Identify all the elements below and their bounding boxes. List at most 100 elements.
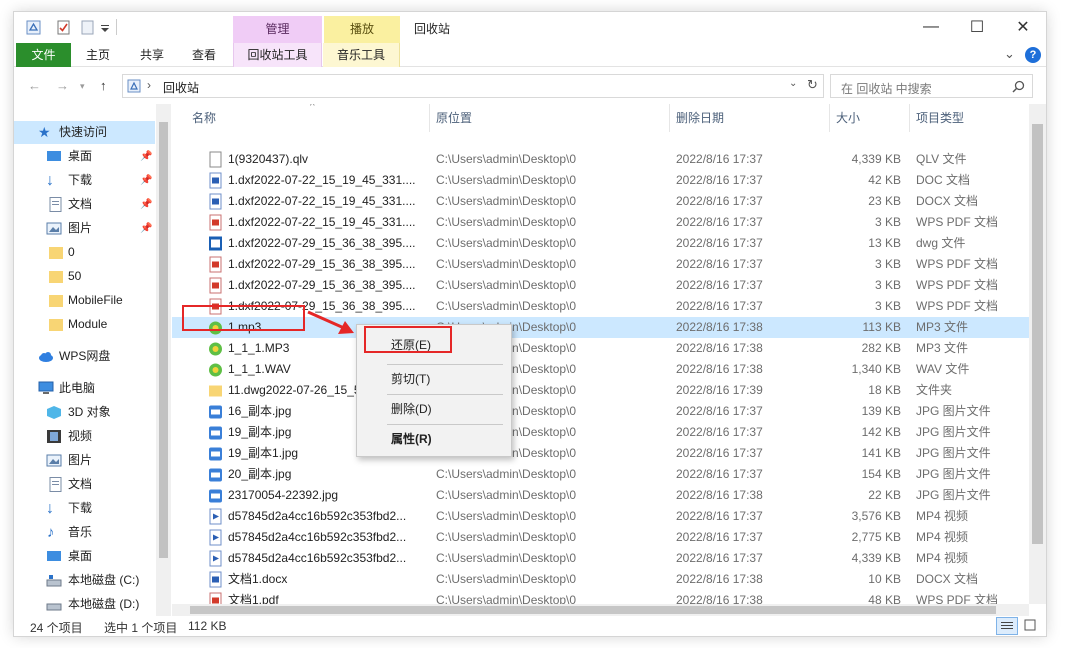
menu-item-properties[interactable]: 属性(R)	[357, 427, 511, 451]
nav-item-module[interactable]: Module	[14, 313, 155, 336]
list-vertical-scrollbar[interactable]	[1029, 104, 1046, 604]
table-row[interactable]: 1.dxf2022-07-22_15_19_45_331.... C:\Users…	[172, 170, 1041, 191]
table-row[interactable]: 23170054-22392.jpg C:\Users\admin\Desktop…	[172, 485, 1041, 506]
nav-item-downloads-pc[interactable]: ↓ 下载	[14, 497, 155, 520]
nav-item-folder-50[interactable]: 50	[14, 265, 155, 288]
customize-qat-icon[interactable]	[100, 20, 110, 35]
table-row[interactable]: 1.dxf2022-07-22_15_19_45_331.... C:\Users…	[172, 191, 1041, 212]
nav-scrollbar-thumb[interactable]	[159, 122, 168, 558]
table-row[interactable]: 1(9320437).qlv C:\Users\admin\Desktop\0 20…	[172, 149, 1041, 170]
nav-item-drive-c[interactable]: 本地磁盘 (C:)	[14, 569, 155, 592]
table-row[interactable]: 1.dxf2022-07-29_15_36_38_395.... C:\Users…	[172, 233, 1041, 254]
nav-item-desktop-pc[interactable]: 桌面	[14, 545, 155, 568]
table-row[interactable]: 19_副本1.jpgC:\Users\admin\Desktop\02022/8…	[172, 443, 1041, 464]
table-row[interactable]: 1.dxf2022-07-22_15_19_45_331.... C:\Users…	[172, 212, 1041, 233]
table-row[interactable]: 文档1.docx C:\Users\admin\Desktop\0 2022/8/1…	[172, 569, 1041, 590]
nav-item-documents-pc[interactable]: 文档	[14, 473, 155, 496]
properties-icon[interactable]	[56, 20, 71, 35]
video-file-icon	[209, 529, 222, 546]
refresh-icon[interactable]: ↻	[807, 77, 818, 93]
column-name[interactable]: 名称	[172, 104, 430, 132]
pdf-icon	[209, 214, 222, 231]
maximize-button[interactable]: ☐	[954, 12, 1000, 42]
nav-item-folder-0[interactable]: 0	[14, 241, 155, 264]
tab-recycle-bin-tools[interactable]: 回收站工具	[233, 43, 322, 67]
table-row[interactable]: 19_副本.jpgC:\Users\admin\Desktop\02022/8/…	[172, 422, 1041, 443]
vertical-scrollbar-thumb[interactable]	[1032, 124, 1043, 544]
forward-icon[interactable]: →	[56, 78, 69, 93]
nav-item-drive-d[interactable]: 本地磁盘 (D:)	[14, 593, 155, 616]
cell-item-type: JPG 图片文件	[916, 404, 991, 418]
tab-file[interactable]: 文件	[16, 43, 71, 67]
details-view-button[interactable]	[996, 617, 1018, 635]
nav-item-this-pc[interactable]: 此电脑	[14, 377, 155, 400]
pin-icon[interactable]: 📌	[140, 145, 152, 168]
nav-item-pictures-pc[interactable]: 图片	[14, 449, 155, 472]
pin-icon[interactable]: 📌	[140, 193, 152, 216]
tab-home[interactable]: 主页	[76, 43, 120, 67]
pin-icon[interactable]: 📌	[140, 169, 152, 192]
nav-item-videos[interactable]: 视频	[14, 425, 155, 448]
column-size[interactable]: 大小	[830, 104, 910, 132]
list-horizontal-scrollbar[interactable]	[172, 604, 1029, 616]
up-icon[interactable]: ↑	[100, 78, 107, 93]
nav-scrollbar[interactable]	[156, 104, 171, 616]
search-input[interactable]: 在 回收站 中搜索	[830, 74, 1033, 98]
help-icon[interactable]: ?	[1025, 47, 1041, 63]
table-row[interactable]: d57845d2a4cc16b592c353fbd2... C:\Users\ad…	[172, 548, 1041, 569]
tab-music-tools[interactable]: 音乐工具	[323, 43, 400, 67]
menu-item-cut[interactable]: 剪切(T)	[357, 367, 511, 391]
new-folder-icon[interactable]	[80, 20, 95, 35]
table-row[interactable]: 20_副本.jpg C:\Users\admin\Desktop\0 2022/8/…	[172, 464, 1041, 485]
nav-label: 文档	[68, 477, 93, 491]
column-item-type[interactable]: 项目类型	[910, 104, 1030, 132]
sort-ascending-icon: ^	[310, 104, 315, 112]
recent-locations-icon[interactable]: ▾	[80, 81, 85, 92]
nav-item-3d-objects[interactable]: 3D 对象	[14, 401, 155, 424]
back-icon[interactable]: ←	[28, 78, 41, 93]
table-row[interactable]: 1.dxf2022-07-29_15_36_38_395.... C:\Users…	[172, 254, 1041, 275]
pin-icon[interactable]: 📌	[140, 217, 152, 240]
folder-icon	[49, 247, 63, 259]
nav-label: MobileFile	[68, 293, 123, 307]
table-row[interactable]: 16_副本.jpgC:\Users\admin\Desktop\02022/8/…	[172, 401, 1041, 422]
table-row[interactable]: d57845d2a4cc16b592c353fbd2... C:\Users\ad…	[172, 527, 1041, 548]
collapse-ribbon-icon[interactable]: ⌄	[1004, 46, 1015, 62]
cell-name: 1.dxf2022-07-22_15_19_45_331....	[228, 215, 416, 229]
qat-divider	[116, 19, 117, 35]
word-icon	[209, 193, 222, 210]
recycle-bin-icon[interactable]	[26, 20, 41, 35]
cell-size: 22 KB	[868, 488, 901, 502]
context-tab-play: 播放	[324, 16, 400, 43]
nav-item-quick-access[interactable]: ★ 快速访问	[14, 121, 155, 144]
table-row[interactable]: 1_1_1.MP3C:\Users\admin\Desktop\02022/8/…	[172, 338, 1041, 359]
explorer-window: 管理 播放 回收站 — ☐ ✕ 文件 主页 共享 查看 回收站工具 音乐工具 ⌄…	[14, 12, 1046, 636]
close-button[interactable]: ✕	[1000, 12, 1046, 42]
search-icon[interactable]	[1012, 80, 1025, 93]
nav-item-desktop[interactable]: 桌面 📌	[14, 145, 155, 168]
nav-item-music[interactable]: ♪ 音乐	[14, 521, 155, 544]
column-original-location[interactable]: 原位置	[430, 104, 670, 132]
nav-item-pictures[interactable]: 图片 📌	[14, 217, 155, 240]
tab-share[interactable]: 共享	[130, 43, 174, 67]
cell-size: 18 KB	[868, 383, 901, 397]
nav-item-mobilefile[interactable]: MobileFile	[14, 289, 155, 312]
table-row[interactable]: 1.dxf2022-07-29_15_36_38_395.... C:\Users…	[172, 275, 1041, 296]
cell-item-type: DOC 文档	[916, 173, 971, 187]
address-dropdown-icon[interactable]: ⌄	[789, 78, 797, 89]
tab-view[interactable]: 查看	[182, 43, 226, 67]
breadcrumb-recycle-bin[interactable]: 回收站	[163, 79, 199, 96]
nav-item-documents[interactable]: 文档 📌	[14, 193, 155, 216]
table-row[interactable]: 11.dwg2022-07-26_15_53C:\Users\admin\Des…	[172, 380, 1041, 401]
nav-item-downloads[interactable]: ↓ 下载 📌	[14, 169, 155, 192]
address-bar[interactable]: › 回收站 ⌄ ↻	[122, 74, 824, 98]
large-icons-view-button[interactable]	[1020, 617, 1042, 635]
document-icon	[49, 477, 62, 492]
menu-item-delete[interactable]: 删除(D)	[357, 397, 511, 421]
column-date-deleted[interactable]: 删除日期	[670, 104, 830, 132]
minimize-button[interactable]: —	[908, 12, 954, 42]
table-row[interactable]: 1_1_1.WAVC:\Users\admin\Desktop\02022/8/…	[172, 359, 1041, 380]
table-row[interactable]: d57845d2a4cc16b592c353fbd2... C:\Users\ad…	[172, 506, 1041, 527]
nav-item-wps-cloud[interactable]: WPS网盘	[14, 345, 155, 368]
horizontal-scrollbar-thumb[interactable]	[190, 606, 996, 614]
